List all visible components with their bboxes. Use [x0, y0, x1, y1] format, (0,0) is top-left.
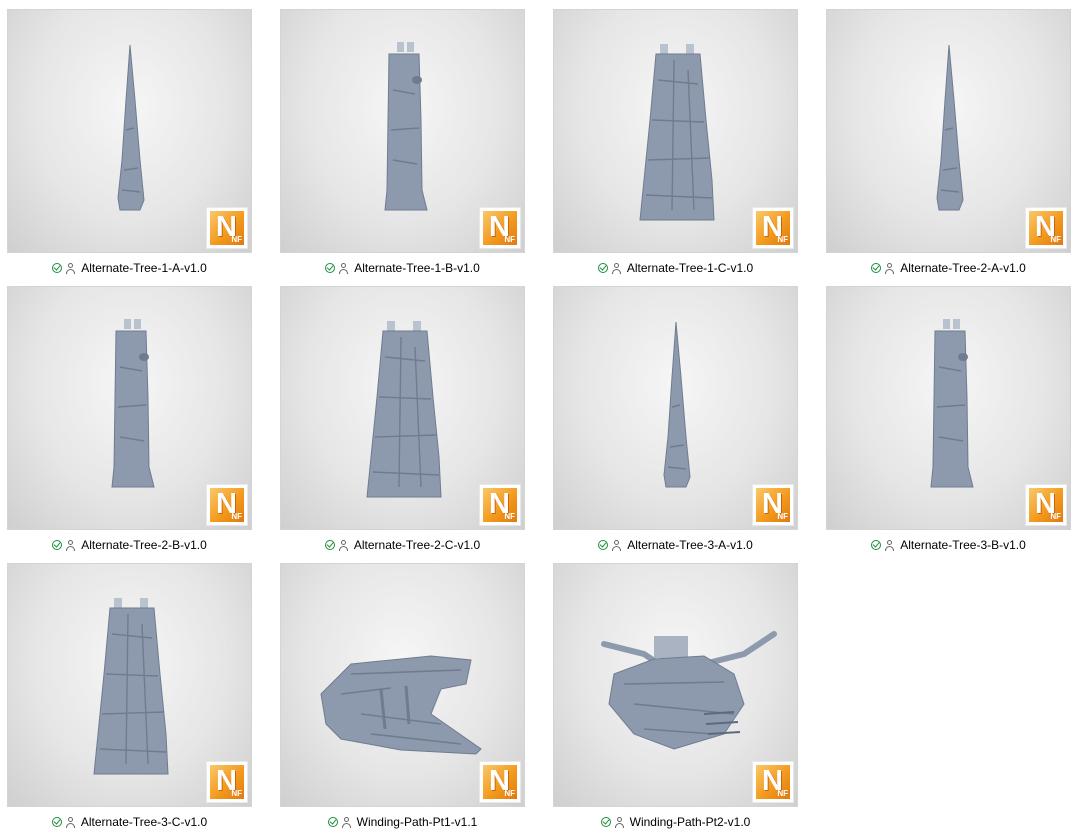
file-tile[interactable]: N NF Alternate-Tree-2-C-v1.0	[280, 286, 530, 560]
sync-ok-icon	[52, 263, 63, 273]
file-tile[interactable]: N NF Alternate-Tree-3-A-v1.0	[553, 286, 803, 560]
file-name-label: Winding-Path-Pt1-v1.1	[356, 815, 478, 829]
person-icon	[65, 262, 76, 274]
file-thumbnail[interactable]: N NF	[7, 9, 252, 253]
person-icon	[65, 539, 76, 551]
badge-subtext: NF	[1050, 512, 1061, 521]
file-thumbnail[interactable]: N NF	[826, 9, 1071, 253]
file-thumbnail[interactable]: N NF	[553, 9, 798, 253]
file-caption[interactable]: Alternate-Tree-2-A-v1.0	[826, 259, 1071, 277]
person-icon	[65, 816, 76, 828]
file-tile[interactable]: N NF Alternate-Tree-1-C-v1.0	[553, 9, 803, 283]
badge-subtext: NF	[231, 789, 242, 798]
person-icon	[338, 539, 349, 551]
person-icon	[341, 816, 352, 828]
file-tile[interactable]: N NF Alternate-Tree-1-B-v1.0	[280, 9, 530, 283]
app-badge-icon: N NF	[206, 207, 248, 249]
file-thumbnail[interactable]: N NF	[553, 563, 798, 807]
app-badge-icon: N NF	[1025, 207, 1067, 249]
file-tile[interactable]: N NF Alternate-Tree-3-C-v1.0	[7, 563, 257, 837]
person-icon	[884, 262, 895, 274]
badge-subtext: NF	[777, 512, 788, 521]
app-badge-icon: N NF	[1025, 484, 1067, 526]
file-name-label: Alternate-Tree-2-A-v1.0	[900, 261, 1026, 275]
app-badge-icon: N NF	[206, 484, 248, 526]
sync-ok-icon	[51, 817, 62, 827]
sync-ok-icon	[871, 540, 882, 550]
person-icon	[611, 262, 622, 274]
file-tile[interactable]: N NF Alternate-Tree-3-B-v1.0	[826, 286, 1076, 560]
person-icon	[614, 816, 625, 828]
file-name-label: Alternate-Tree-3-C-v1.0	[80, 815, 208, 829]
badge-subtext: NF	[1050, 235, 1061, 244]
file-name-label: Alternate-Tree-1-A-v1.0	[81, 261, 207, 275]
file-thumbnail[interactable]: N NF	[553, 286, 798, 530]
file-thumbnail[interactable]: N NF	[7, 286, 252, 530]
app-badge-icon: N NF	[479, 484, 521, 526]
file-caption[interactable]: Alternate-Tree-2-C-v1.0	[280, 536, 525, 554]
file-thumbnail[interactable]: N NF	[280, 563, 525, 807]
file-caption[interactable]: Alternate-Tree-1-A-v1.0	[7, 259, 252, 277]
badge-subtext: NF	[504, 235, 515, 244]
file-caption[interactable]: Alternate-Tree-1-C-v1.0	[553, 259, 798, 277]
file-tile[interactable]: N NF Alternate-Tree-2-A-v1.0	[826, 9, 1076, 283]
file-name-label: Alternate-Tree-2-B-v1.0	[81, 538, 207, 552]
file-name-label: Alternate-Tree-2-C-v1.0	[353, 538, 481, 552]
sync-ok-icon	[598, 540, 609, 550]
app-badge-icon: N NF	[752, 484, 794, 526]
file-caption[interactable]: Alternate-Tree-3-B-v1.0	[826, 536, 1071, 554]
file-name-label: Alternate-Tree-1-B-v1.0	[354, 261, 480, 275]
badge-subtext: NF	[504, 512, 515, 521]
app-badge-icon: N NF	[479, 207, 521, 249]
badge-subtext: NF	[504, 789, 515, 798]
sync-ok-icon	[324, 540, 335, 550]
file-thumbnail[interactable]: N NF	[7, 563, 252, 807]
file-name-label: Winding-Path-Pt2-v1.0	[629, 815, 751, 829]
file-tile[interactable]: N NF Alternate-Tree-1-A-v1.0	[7, 9, 257, 283]
app-badge-icon: N NF	[752, 207, 794, 249]
file-caption[interactable]: Alternate-Tree-3-C-v1.0	[7, 813, 252, 831]
file-caption[interactable]: Alternate-Tree-1-B-v1.0	[280, 259, 525, 277]
sync-ok-icon	[600, 817, 611, 827]
file-caption[interactable]: Winding-Path-Pt1-v1.1	[280, 813, 525, 831]
file-name-label: Alternate-Tree-3-B-v1.0	[900, 538, 1026, 552]
badge-subtext: NF	[777, 235, 788, 244]
file-thumbnail[interactable]: N NF	[280, 9, 525, 253]
file-caption[interactable]: Alternate-Tree-3-A-v1.0	[553, 536, 798, 554]
person-icon	[884, 539, 895, 551]
file-name-label: Alternate-Tree-1-C-v1.0	[626, 261, 754, 275]
file-tile[interactable]: N NF Winding-Path-Pt2-v1.0	[553, 563, 803, 837]
app-badge-icon: N NF	[752, 761, 794, 803]
badge-subtext: NF	[777, 789, 788, 798]
file-thumbnail[interactable]: N NF	[826, 286, 1071, 530]
sync-ok-icon	[325, 263, 336, 273]
badge-subtext: NF	[231, 235, 242, 244]
sync-ok-icon	[52, 540, 63, 550]
sync-ok-icon	[327, 817, 338, 827]
file-name-label: Alternate-Tree-3-A-v1.0	[627, 538, 753, 552]
badge-subtext: NF	[231, 512, 242, 521]
app-badge-icon: N NF	[206, 761, 248, 803]
sync-ok-icon	[871, 263, 882, 273]
file-thumbnail[interactable]: N NF	[280, 286, 525, 530]
file-tile[interactable]: N NF Alternate-Tree-2-B-v1.0	[7, 286, 257, 560]
person-icon	[338, 262, 349, 274]
sync-ok-icon	[597, 263, 608, 273]
file-caption[interactable]: Alternate-Tree-2-B-v1.0	[7, 536, 252, 554]
person-icon	[611, 539, 622, 551]
file-caption[interactable]: Winding-Path-Pt2-v1.0	[553, 813, 798, 831]
file-tile[interactable]: N NF Winding-Path-Pt1-v1.1	[280, 563, 530, 837]
app-badge-icon: N NF	[479, 761, 521, 803]
